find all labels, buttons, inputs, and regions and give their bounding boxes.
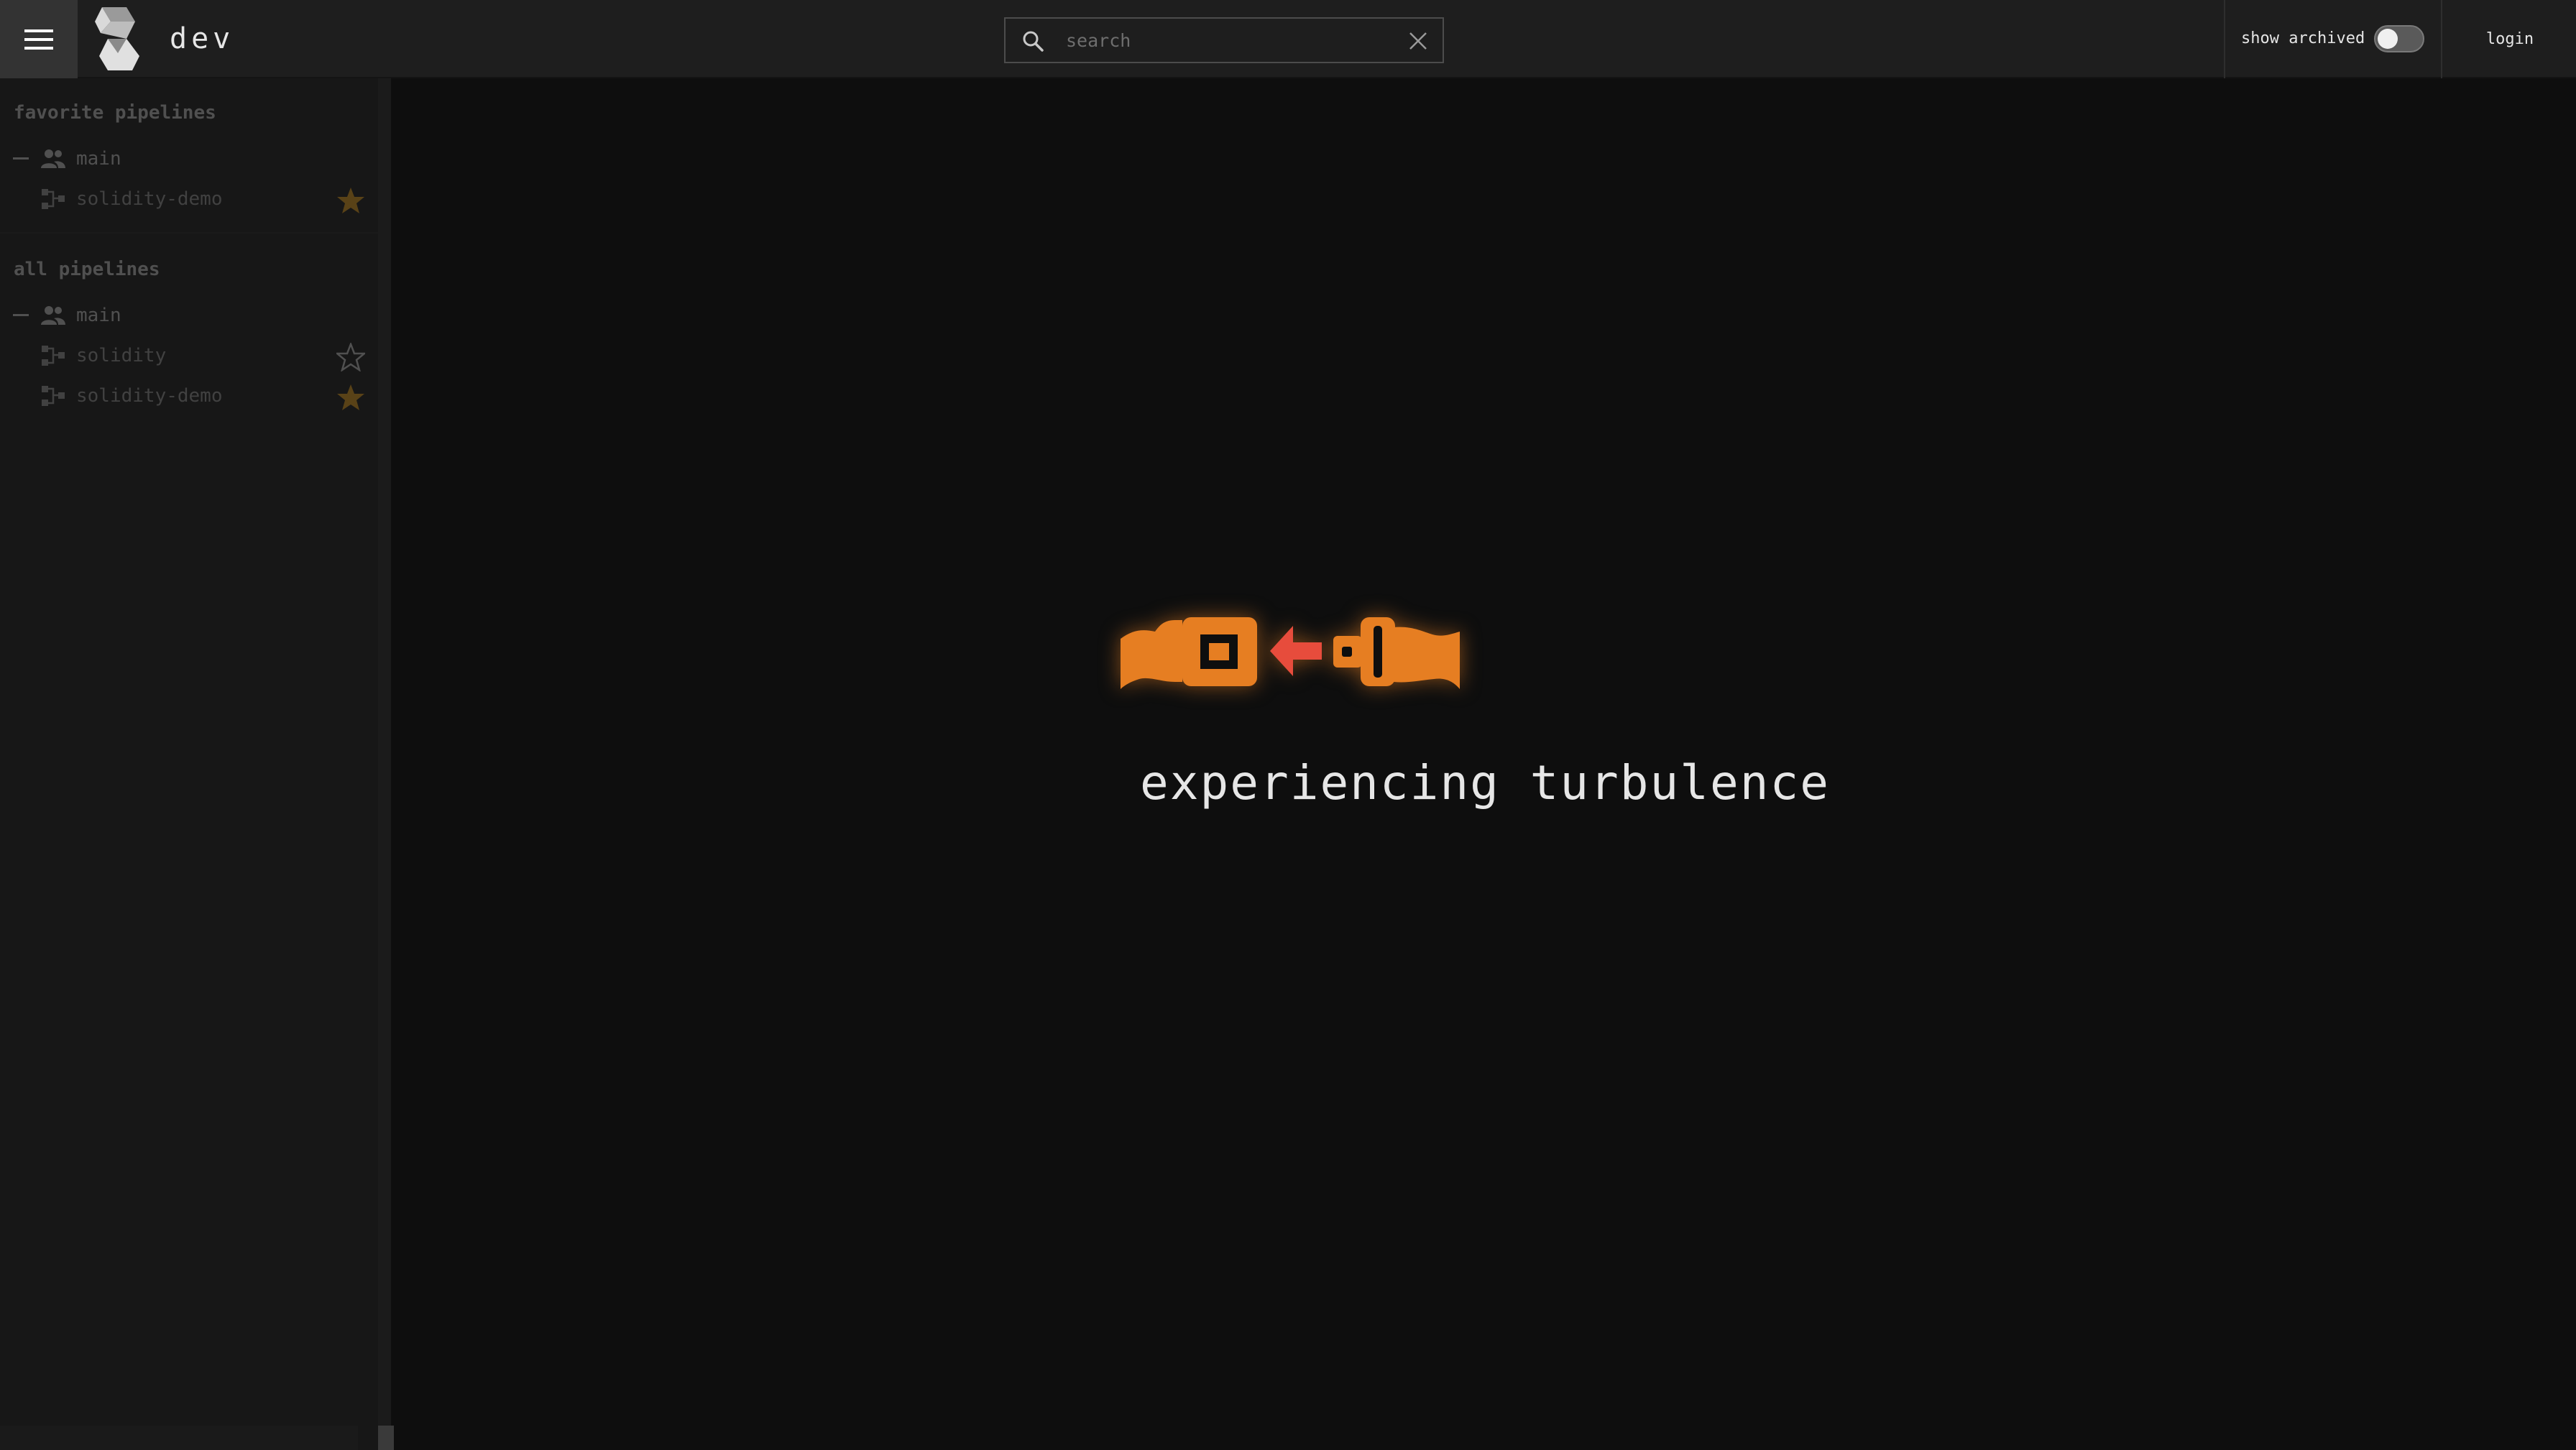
sidebar: favorite pipelines main solidity-demo al… xyxy=(0,78,381,1450)
sidebar-divider xyxy=(0,232,381,234)
top-bar: dev show archived login xyxy=(0,0,2576,78)
search-bar[interactable] xyxy=(1004,17,1444,63)
toggle-knob xyxy=(2378,29,2398,49)
sidebar-pipeline-solidity[interactable]: solidity xyxy=(0,337,381,374)
sidebar-resize-handle[interactable] xyxy=(378,78,391,1450)
search-icon xyxy=(1023,31,1044,52)
people-icon xyxy=(41,149,65,168)
star-outline-icon[interactable] xyxy=(336,343,365,371)
pipeline-icon xyxy=(42,386,65,406)
collapse-icon xyxy=(13,314,29,316)
favorites-section-title: favorite pipelines xyxy=(14,102,216,124)
pipeline-label: solidity-demo xyxy=(76,385,223,407)
team-name: dev xyxy=(170,22,235,55)
star-icon[interactable] xyxy=(336,186,365,215)
close-icon[interactable] xyxy=(1408,31,1428,51)
star-icon[interactable] xyxy=(336,383,365,412)
app-root: dev show archived login favorite pipelin… xyxy=(0,0,2576,1450)
collapse-icon xyxy=(13,157,29,160)
concourse-logo[interactable] xyxy=(95,7,139,70)
pipeline-label: solidity xyxy=(76,345,167,366)
sidebar-team-main-favorites[interactable]: main xyxy=(0,140,381,177)
error-message: experiencing turbulence xyxy=(1140,755,1830,811)
all-pipelines-section-title: all pipelines xyxy=(14,259,160,280)
hamburger-menu-button[interactable] xyxy=(0,0,78,78)
pipeline-icon xyxy=(42,189,65,209)
sidebar-team-main[interactable]: main xyxy=(0,297,381,334)
topbar-divider xyxy=(2441,0,2442,78)
sidebar-horizontal-scrollbar[interactable] xyxy=(0,1426,358,1450)
seatbelt-icon xyxy=(1121,617,1460,689)
pipeline-icon xyxy=(42,346,65,366)
show-archived-toggle[interactable] xyxy=(2374,25,2424,52)
login-button[interactable]: login xyxy=(2444,0,2576,78)
team-label: main xyxy=(76,305,121,326)
main-content: experiencing turbulence xyxy=(394,78,2576,1450)
sidebar-pipeline-solidity-demo[interactable]: solidity-demo xyxy=(0,377,381,415)
show-archived-label: show archived xyxy=(2241,29,2365,47)
sidebar-pipeline-solidity-demo-favorite[interactable]: solidity-demo xyxy=(0,180,381,218)
people-icon xyxy=(41,306,65,325)
hamburger-icon xyxy=(24,29,53,50)
show-archived-control: show archived xyxy=(2225,0,2441,78)
search-input[interactable] xyxy=(1066,23,1382,57)
scrollbar-thumb[interactable] xyxy=(378,1426,394,1450)
team-label: main xyxy=(76,148,121,170)
pipeline-label: solidity-demo xyxy=(76,188,223,210)
